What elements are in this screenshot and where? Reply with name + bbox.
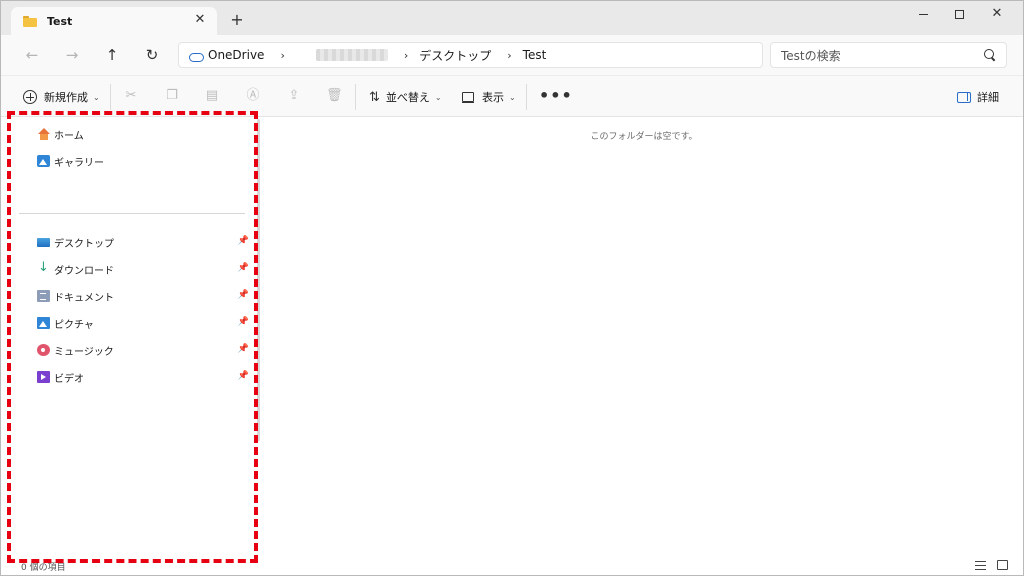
sort-button-label: 並べ替え bbox=[385, 91, 430, 104]
minimize-button[interactable] bbox=[911, 5, 935, 23]
cut-icon[interactable]: ✂ bbox=[123, 88, 139, 104]
tiles-view-icon[interactable] bbox=[997, 560, 1008, 570]
copy-icon[interactable]: ❐ bbox=[164, 88, 180, 104]
search-input[interactable]: Testの検索 bbox=[770, 42, 1007, 68]
refresh-icon[interactable]: ↻ bbox=[142, 45, 162, 65]
plus-circle-icon bbox=[23, 90, 37, 104]
maximize-button[interactable] bbox=[947, 5, 971, 23]
sort-icon: ⇅ bbox=[369, 89, 380, 105]
chevron-down-icon: ⌄ bbox=[93, 92, 100, 102]
back-arrow-icon[interactable]: ← bbox=[22, 45, 42, 65]
breadcrumb-separator[interactable]: › bbox=[404, 49, 408, 62]
tab-title: Test bbox=[47, 14, 73, 28]
details-pane-icon bbox=[957, 91, 971, 103]
paste-icon[interactable]: ▤ bbox=[204, 88, 220, 104]
breadcrumb[interactable]: OneDrive › › デスクトップ › Test bbox=[178, 42, 763, 68]
highlight-frame bbox=[7, 111, 258, 563]
share-icon[interactable]: ⇪ bbox=[286, 88, 302, 104]
breadcrumb-separator[interactable]: › bbox=[507, 49, 511, 62]
breadcrumb-test[interactable]: Test bbox=[523, 48, 547, 62]
tab-test[interactable]: Test ✕ bbox=[11, 7, 217, 35]
view-button-label: 表示 bbox=[482, 91, 504, 104]
address-row: ← → ↑ ↻ OneDrive › › デスクトップ › Test Testの… bbox=[1, 35, 1023, 75]
forward-arrow-icon[interactable]: → bbox=[62, 45, 82, 65]
breadcrumb-separator[interactable]: › bbox=[280, 49, 284, 62]
chevron-down-icon: ⌄ bbox=[434, 92, 442, 102]
view-button[interactable]: 表示 ⌄ bbox=[462, 87, 516, 107]
more-options-button[interactable]: ••• bbox=[539, 85, 573, 105]
rename-icon[interactable]: Ⓐ bbox=[245, 88, 261, 104]
toolbar-divider bbox=[355, 84, 356, 110]
search-icon[interactable] bbox=[984, 49, 996, 61]
breadcrumb-onedrive[interactable]: OneDrive bbox=[208, 48, 264, 62]
delete-icon[interactable]: 🗑 bbox=[326, 88, 343, 104]
toolbar-divider bbox=[110, 84, 111, 110]
details-button[interactable]: 詳細 bbox=[957, 87, 999, 107]
folder-icon bbox=[23, 15, 37, 27]
search-placeholder: Testの検索 bbox=[781, 48, 841, 63]
blurred-account-name bbox=[315, 49, 388, 61]
file-explorer-window: Test ✕ + ✕ ← → ↑ ↻ OneDrive › › デスクトップ ›… bbox=[0, 0, 1024, 576]
tab-close-icon[interactable]: ✕ bbox=[193, 13, 207, 27]
new-button[interactable]: 新規作成 ⌄ bbox=[23, 87, 100, 107]
chevron-down-icon: ⌄ bbox=[509, 92, 516, 102]
view-icon bbox=[462, 92, 474, 104]
toolbar-divider bbox=[526, 84, 527, 110]
new-button-label: 新規作成 bbox=[44, 91, 88, 104]
cloud-icon bbox=[189, 51, 204, 62]
sort-button[interactable]: ⇅ 並べ替え ⌄ bbox=[369, 87, 442, 107]
file-list-area[interactable]: このフォルダーは空です。 bbox=[263, 117, 1023, 557]
new-tab-button[interactable]: + bbox=[229, 12, 245, 28]
details-button-label: 詳細 bbox=[977, 91, 999, 104]
breadcrumb-desktop[interactable]: デスクトップ bbox=[419, 47, 491, 64]
empty-folder-message: このフォルダーは空です。 bbox=[590, 132, 698, 142]
details-view-icon[interactable] bbox=[975, 561, 986, 570]
title-bar: Test ✕ + ✕ bbox=[1, 1, 1023, 35]
close-window-button[interactable]: ✕ bbox=[985, 5, 1009, 23]
up-arrow-icon[interactable]: ↑ bbox=[102, 45, 122, 65]
